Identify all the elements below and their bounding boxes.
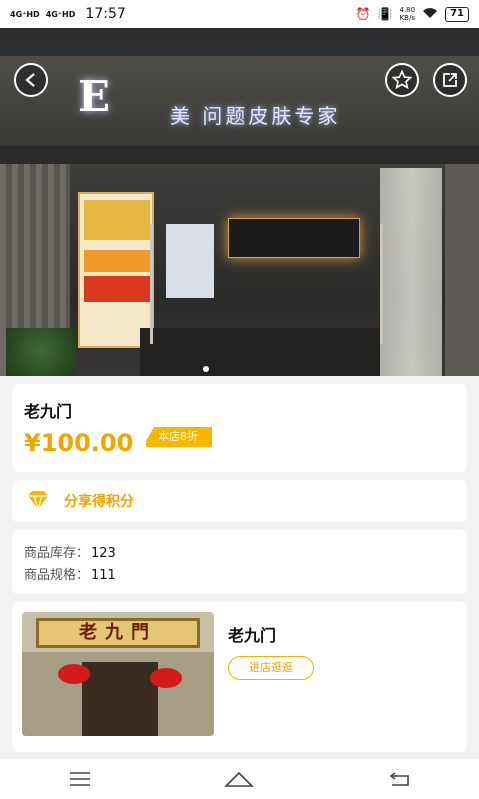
- share-points-label: 分享得积分: [64, 494, 134, 510]
- wifi-icon: [422, 7, 438, 22]
- promo-poster: [78, 192, 154, 348]
- favorite-button[interactable]: [385, 63, 419, 97]
- signal-indicator-2: 4G⁺HD: [45, 9, 76, 19]
- stock-label: 商品库存：: [24, 546, 90, 561]
- alarm-icon: ⏰: [355, 7, 371, 21]
- battery-indicator: 71: [445, 6, 469, 22]
- star-icon: [392, 70, 412, 90]
- vibrate-icon: 📳: [377, 7, 393, 21]
- status-bar: 4G⁺HD 4G⁺HD 17:57 ⏰ 📳 4.80 KB/s 71: [0, 0, 479, 28]
- sign-text: 美 问题皮肤专家: [170, 104, 341, 128]
- wall-right: [445, 164, 479, 376]
- share-button[interactable]: [433, 63, 467, 97]
- home-button[interactable]: [219, 764, 259, 794]
- carousel-indicator: [203, 366, 209, 372]
- store-name: 老九门: [228, 626, 277, 645]
- diamond-icon: [28, 491, 48, 510]
- visit-store-button[interactable]: 进店逛逛: [228, 656, 314, 680]
- back-icon: [389, 771, 409, 786]
- nav-back-button[interactable]: [379, 764, 419, 794]
- inner-logo-sign: [228, 218, 360, 258]
- store-plaque: 老九門: [36, 618, 200, 648]
- stock-row: 商品库存： 123: [24, 542, 116, 561]
- stock-value: 123: [91, 546, 116, 561]
- store-card[interactable]: 老九門 老九门 进店逛逛: [12, 602, 467, 752]
- lantern-right: [150, 668, 182, 688]
- back-button[interactable]: [14, 63, 48, 97]
- status-icons: ⏰ 📳 4.80 KB/s 71: [356, 6, 469, 22]
- system-nav-bar: [0, 757, 479, 799]
- product-name: 老九门: [24, 402, 73, 421]
- share-icon: [443, 73, 457, 87]
- spec-row: 商品规格： 111: [24, 564, 116, 583]
- info-poster: [166, 224, 214, 298]
- door-handle-left: [150, 224, 153, 344]
- spec-label: 商品规格：: [24, 568, 90, 583]
- store-image[interactable]: 老九門: [22, 612, 214, 736]
- menu-button[interactable]: [60, 764, 100, 794]
- discount-badge: 本店8折: [146, 427, 212, 447]
- lantern-left: [58, 664, 90, 684]
- door-handle-right: [380, 224, 383, 344]
- interior-floor: [140, 328, 380, 376]
- curtain: [380, 168, 442, 376]
- awning: [0, 146, 479, 164]
- menu-icon: [69, 771, 90, 786]
- back-arrow-icon: [25, 73, 35, 87]
- plant: [6, 328, 76, 376]
- stock-info-card: 商品库存： 123 商品规格： 111: [12, 530, 467, 594]
- product-info-card: 老九门 ¥100.00 本店8折: [12, 384, 467, 472]
- net-speed: 4.80 KB/s: [399, 6, 416, 22]
- home-icon: [224, 771, 255, 787]
- store-door: [82, 662, 158, 736]
- sign-letter: E: [78, 72, 113, 121]
- clock: 17:57: [85, 6, 126, 22]
- product-price: ¥100.00: [24, 429, 134, 457]
- share-points-row[interactable]: 分享得积分: [12, 480, 467, 522]
- spec-value: 111: [91, 568, 116, 583]
- signal-indicator-1: 4G⁺HD: [10, 9, 40, 19]
